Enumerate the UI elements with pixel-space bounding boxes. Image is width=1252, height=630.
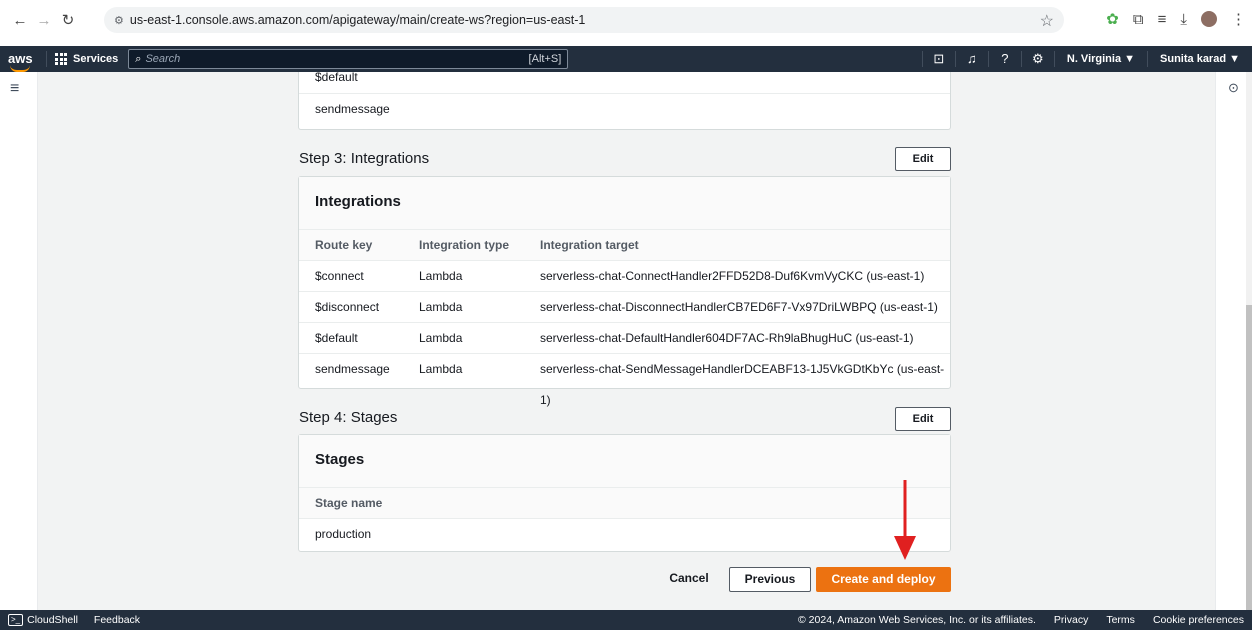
account-menu[interactable]: Sunita karad ▼ [1147, 51, 1252, 67]
footer: >_ CloudShell Feedback © 2024, Amazon We… [0, 610, 1252, 630]
list-item: sendmessage [299, 93, 950, 124]
left-rail: ≡ [0, 72, 38, 610]
annotation-arrow-icon [894, 480, 916, 560]
previous-button[interactable]: Previous [729, 567, 811, 592]
region-selector[interactable]: N. Virginia ▼ [1053, 51, 1147, 67]
stage-name: production [315, 527, 372, 541]
scrollbar-thumb[interactable] [1246, 305, 1252, 610]
route-key: $default [315, 72, 358, 84]
nav-right: ⊡ ♫ ? ⚙ N. Virginia ▼ Sunita karad ▼ [921, 46, 1252, 72]
edit-stages-button[interactable]: Edit [895, 407, 951, 431]
column-header: Route key [315, 238, 373, 252]
step3-title: Step 3: Integrations [299, 150, 430, 167]
site-info-icon[interactable]: ⚙ [114, 14, 124, 27]
table-header: Route key Integration type Integration t… [299, 229, 950, 261]
browser-toolbar: ← → ↻ ⚙ us-east-1.console.aws.amazon.com… [0, 0, 1252, 40]
integrations-card-title: Integrations [299, 177, 950, 229]
integration-target: serverless-chat-DisconnectHandlerCB7ED6F… [540, 300, 938, 314]
edit-integrations-button[interactable]: Edit [895, 147, 951, 171]
cloudshell-label: CloudShell [27, 614, 78, 626]
create-and-deploy-button[interactable]: Create and deploy [816, 567, 951, 592]
column-header: Integration target [540, 238, 639, 252]
table-row: $connect Lambda serverless-chat-ConnectH… [299, 260, 950, 291]
profile-avatar[interactable] [1201, 11, 1217, 27]
copyright-text: © 2024, Amazon Web Services, Inc. or its… [798, 614, 1036, 626]
feedback-link[interactable]: Feedback [94, 614, 140, 626]
search-shortcut: [Alt+S] [528, 53, 562, 65]
integration-target: serverless-chat-ConnectHandler2FFD52D8-D… [540, 269, 925, 283]
integration-type: Lambda [419, 269, 463, 283]
grid-icon [55, 53, 67, 65]
browser-actions: ✿ ⧉ ≡ ⤓ ⋮ [1106, 10, 1246, 29]
table-row: $disconnect Lambda serverless-chat-Disco… [299, 291, 950, 322]
services-label: Services [73, 53, 119, 65]
table-header: Stage name [299, 487, 950, 519]
column-header: Integration type [419, 238, 510, 252]
puzzle-icon[interactable]: ⧉ [1133, 11, 1144, 28]
forward-icon[interactable]: → [32, 12, 56, 29]
url-text: us-east-1.console.aws.amazon.com/apigate… [129, 13, 586, 27]
stages-card-title: Stages [299, 435, 950, 487]
cookie-preferences-link[interactable]: Cookie preferences [1153, 614, 1244, 626]
reload-icon[interactable]: ↻ [56, 11, 80, 29]
address-bar[interactable]: ⚙ us-east-1.console.aws.amazon.com/apiga… [104, 7, 1064, 33]
search-input[interactable]: ⌕ Search [Alt+S] [128, 49, 569, 69]
privacy-link[interactable]: Privacy [1054, 614, 1088, 626]
table-row: production [299, 518, 950, 549]
step4-title: Step 4: Stages [299, 409, 398, 426]
cancel-button[interactable]: Cancel [654, 567, 724, 592]
column-header: Stage name [315, 496, 383, 510]
step2-routes-card: $default sendmessage [298, 72, 951, 130]
reading-list-icon[interactable]: ≡ [1158, 11, 1167, 28]
stages-card: Stages Stage name production [298, 434, 951, 552]
search-icon: ⌕ [135, 52, 142, 65]
extension-icon[interactable]: ✿ [1106, 10, 1119, 28]
tools-icon[interactable]: ⊙ [1228, 80, 1239, 96]
download-icon[interactable]: ⤓ [1180, 11, 1187, 28]
settings-icon[interactable]: ⚙ [1020, 51, 1054, 67]
integration-target: serverless-chat-SendMessageHandlerDCEABF… [540, 362, 945, 407]
back-icon[interactable]: ← [8, 12, 32, 29]
main-content: $default sendmessage Step 3: Integration… [38, 72, 1216, 610]
integration-target: serverless-chat-DefaultHandler604DF7AC-R… [540, 331, 914, 345]
route-key: $disconnect [315, 300, 380, 314]
integration-type: Lambda [419, 362, 463, 376]
menu-icon[interactable]: ≡ [10, 80, 19, 98]
cloudshell-link[interactable]: >_ CloudShell [8, 614, 78, 626]
route-key: $default [315, 331, 358, 345]
table-row: sendmessage Lambda serverless-chat-SendM… [299, 353, 950, 407]
cloudshell-icon[interactable]: ⊡ [921, 51, 955, 67]
aws-top-nav: aws Services ⌕ Search [Alt+S] ⊡ ♫ ? ⚙ N.… [0, 46, 1252, 72]
terms-link[interactable]: Terms [1106, 614, 1135, 626]
integration-type: Lambda [419, 300, 463, 314]
integrations-card: Integrations Route key Integration type … [298, 176, 951, 407]
more-icon[interactable]: ⋮ [1231, 10, 1246, 28]
integration-type: Lambda [419, 331, 463, 345]
aws-logo[interactable]: aws [8, 52, 38, 72]
footer-links: © 2024, Amazon Web Services, Inc. or its… [798, 614, 1244, 626]
table-row: $default Lambda serverless-chat-DefaultH… [299, 322, 950, 353]
route-key: $connect [315, 269, 364, 283]
star-icon[interactable]: ☆ [1040, 11, 1054, 31]
list-item: $default [299, 72, 950, 93]
services-menu[interactable]: Services [55, 53, 118, 65]
search-placeholder: Search [145, 53, 181, 65]
help-icon[interactable]: ? [987, 51, 1021, 67]
cloudshell-icon: >_ [8, 614, 24, 626]
route-key: sendmessage [315, 362, 390, 376]
route-key: sendmessage [315, 102, 390, 116]
notifications-icon[interactable]: ♫ [954, 51, 988, 67]
